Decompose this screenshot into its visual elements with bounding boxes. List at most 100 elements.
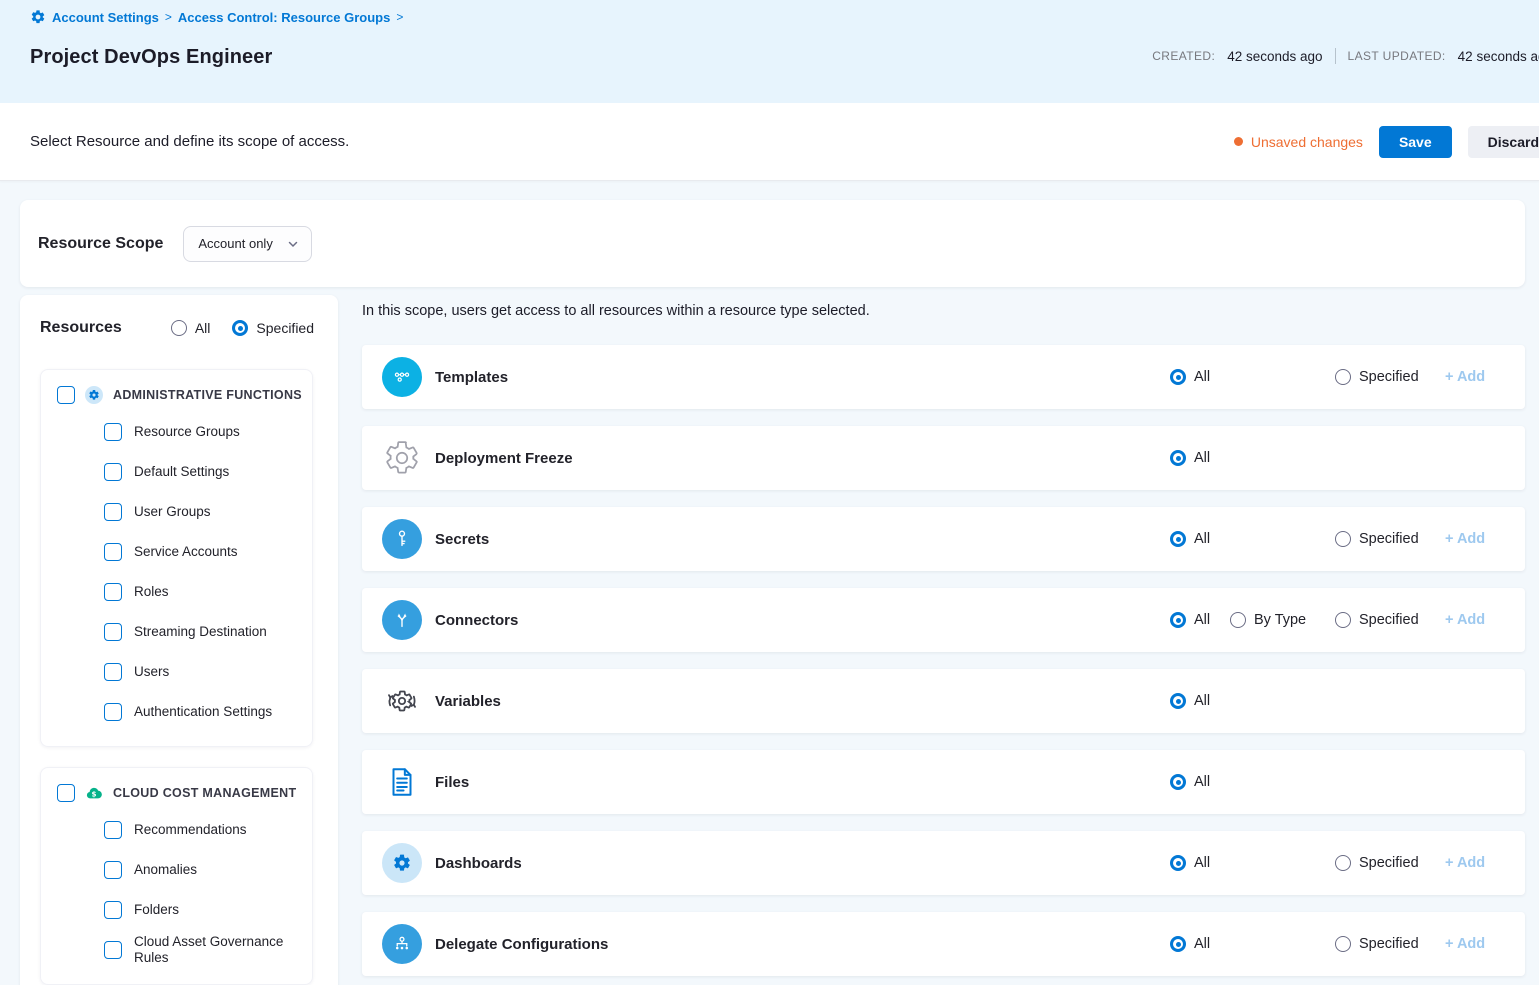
add-button[interactable]: + Add <box>1445 855 1485 871</box>
resource-item-label: Cloud Asset Governance Rules <box>134 934 302 965</box>
resource-item-label: User Groups <box>134 504 211 520</box>
radio-specified[interactable]: Specified <box>1335 936 1419 952</box>
category-checkbox[interactable] <box>57 784 75 802</box>
resources-radio-all[interactable]: All <box>171 320 211 336</box>
radio-all[interactable]: All <box>1170 936 1210 952</box>
radio-all[interactable]: All <box>1170 693 1210 709</box>
resource-item[interactable]: Streaming Destination <box>104 612 302 652</box>
radio-selected-icon[interactable] <box>1170 774 1186 790</box>
last-updated-value: 42 seconds ago <box>1458 49 1539 64</box>
add-button[interactable]: + Add <box>1445 936 1485 952</box>
resource-type-row: Files All <box>362 750 1525 814</box>
radio-specified[interactable]: Specified <box>1335 612 1419 628</box>
resource-item-label: Users <box>134 664 169 680</box>
resource-item[interactable]: Authentication Settings <box>104 692 302 732</box>
radio-icon[interactable] <box>1335 369 1351 385</box>
resource-item-label: Anomalies <box>134 862 197 878</box>
resource-type-row: Deployment Freeze All <box>362 426 1525 490</box>
radio-selected-icon[interactable] <box>232 320 248 336</box>
radio-all[interactable]: All <box>1170 774 1210 790</box>
resource-item[interactable]: Default Settings <box>104 452 302 492</box>
radio-all[interactable]: All <box>1170 855 1210 871</box>
resource-item-checkbox[interactable] <box>104 543 122 561</box>
resource-item[interactable]: Users <box>104 652 302 692</box>
radio-selected-icon[interactable] <box>1170 693 1186 709</box>
resource-type-label: Connectors <box>435 612 518 629</box>
add-button[interactable]: + Add <box>1445 369 1485 385</box>
resource-item-checkbox[interactable] <box>104 623 122 641</box>
resource-item-checkbox[interactable] <box>104 703 122 721</box>
resource-scope-card: Resource Scope Account only <box>20 200 1525 287</box>
radio-selected-icon[interactable] <box>1170 936 1186 952</box>
discard-button[interactable]: Discard <box>1468 126 1539 158</box>
resource-scope-selected-value: Account only <box>198 236 272 251</box>
add-button[interactable]: + Add <box>1445 531 1485 547</box>
resource-item[interactable]: Roles <box>104 572 302 612</box>
resource-item[interactable]: Folders <box>104 890 302 930</box>
resource-groups-list: ADMINISTRATIVE FUNCTIONS Resource Groups… <box>20 369 338 985</box>
resource-type-label: Files <box>435 774 469 791</box>
resource-item[interactable]: Cloud Asset Governance Rules <box>104 930 302 970</box>
radio-specified[interactable]: Specified <box>1335 855 1419 871</box>
radio-icon[interactable] <box>1335 936 1351 952</box>
radio-icon[interactable] <box>1335 612 1351 628</box>
meta-divider <box>1335 48 1336 64</box>
radio-icon[interactable] <box>171 320 187 336</box>
radio-selected-icon[interactable] <box>1170 531 1186 547</box>
resource-item-checkbox[interactable] <box>104 821 122 839</box>
resource-scope-select[interactable]: Account only <box>183 226 311 262</box>
resource-type-row: Variables All <box>362 669 1525 733</box>
created-value: 42 seconds ago <box>1227 49 1322 64</box>
radio-specified-label: Specified <box>1359 612 1419 628</box>
category-checkbox[interactable] <box>57 386 75 404</box>
radio-all[interactable]: All <box>1170 450 1210 466</box>
resource-item-checkbox[interactable] <box>104 941 122 959</box>
resource-item-checkbox[interactable] <box>104 463 122 481</box>
radio-specified[interactable]: Specified <box>1335 531 1419 547</box>
radio-specified[interactable]: Specified <box>1335 369 1419 385</box>
radio-icon[interactable] <box>1335 855 1351 871</box>
radio-all-label: All <box>1194 612 1210 628</box>
page: Account Settings > Access Control: Resou… <box>0 0 1539 985</box>
resource-item[interactable]: Recommendations <box>104 810 302 850</box>
resources-radio-specified[interactable]: Specified <box>232 320 314 336</box>
radio-selected-icon[interactable] <box>1170 855 1186 871</box>
resource-item[interactable]: Anomalies <box>104 850 302 890</box>
resource-type-row: Delegate Configurations All Specified + … <box>362 912 1525 976</box>
radio-selected-icon[interactable] <box>1170 612 1186 628</box>
resource-item[interactable]: Service Accounts <box>104 532 302 572</box>
radio-by-type[interactable]: By Type <box>1230 612 1306 628</box>
resource-scope-label: Resource Scope <box>38 235 163 253</box>
radio-all[interactable]: All <box>1170 531 1210 547</box>
breadcrumb-account-settings[interactable]: Account Settings <box>52 10 159 25</box>
save-button[interactable]: Save <box>1379 126 1452 158</box>
resource-item-checkbox[interactable] <box>104 583 122 601</box>
resource-item-checkbox[interactable] <box>104 503 122 521</box>
resource-item-checkbox[interactable] <box>104 901 122 919</box>
resource-item-checkbox[interactable] <box>104 663 122 681</box>
radio-selected-icon[interactable] <box>1170 369 1186 385</box>
resource-item-checkbox[interactable] <box>104 861 122 879</box>
radio-all-label: All <box>1194 774 1210 790</box>
cloud-dollar-icon: $ <box>85 784 103 802</box>
resource-type-rows: Templates All Specified + Add Deployment… <box>362 345 1525 976</box>
radio-selected-icon[interactable] <box>1170 450 1186 466</box>
radio-all[interactable]: All <box>1170 612 1210 628</box>
action-toolbar: Select Resource and define its scope of … <box>0 103 1539 181</box>
add-button[interactable]: + Add <box>1445 612 1485 628</box>
resource-item[interactable]: User Groups <box>104 492 302 532</box>
breadcrumb-access-control-resource-groups[interactable]: Access Control: Resource Groups <box>178 10 390 25</box>
files-document-icon <box>382 762 422 802</box>
resource-item-checkbox[interactable] <box>104 423 122 441</box>
scope-description: Select Resource and define its scope of … <box>30 133 349 150</box>
resources-title: Resources <box>40 319 122 337</box>
resource-item[interactable]: Resource Groups <box>104 412 302 452</box>
radio-icon[interactable] <box>1335 531 1351 547</box>
unsaved-changes-label: Unsaved changes <box>1251 134 1363 150</box>
resource-type-label: Secrets <box>435 531 489 548</box>
radio-icon[interactable] <box>1230 612 1246 628</box>
resource-item-label: Default Settings <box>134 464 229 480</box>
svg-text:$: $ <box>92 789 97 798</box>
radio-all-label: All <box>195 320 211 336</box>
radio-all[interactable]: All <box>1170 369 1210 385</box>
